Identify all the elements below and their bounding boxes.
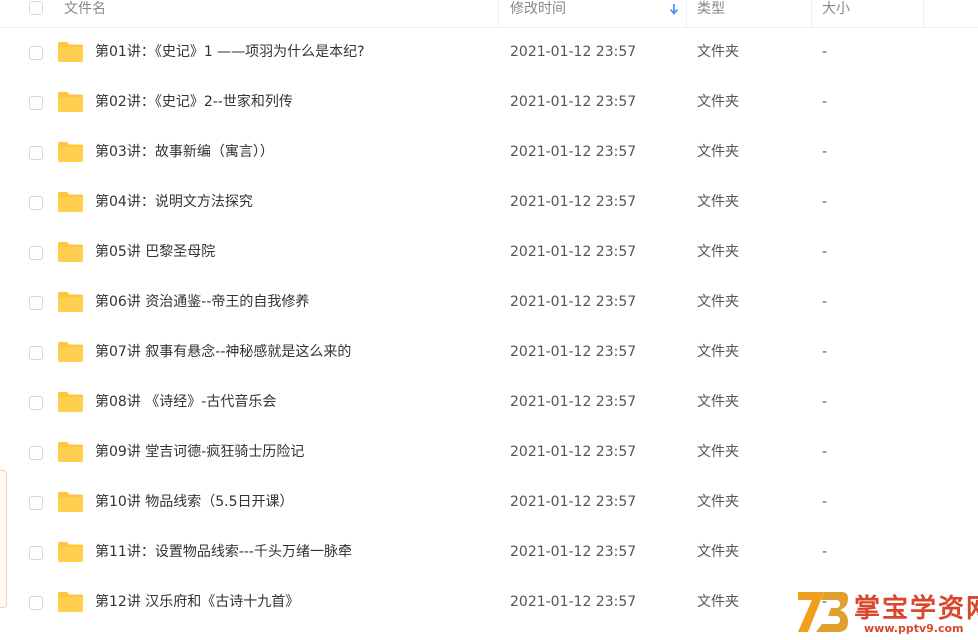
- watermark-url: www.pptv9.com: [864, 622, 964, 635]
- row-checkbox[interactable]: [29, 46, 43, 60]
- file-name[interactable]: 第06讲 资治通鉴--帝王的自我修养: [95, 292, 309, 312]
- file-name[interactable]: 第01讲：《史记》1 ——项羽为什么是本纪?: [95, 42, 365, 62]
- file-size: -: [822, 144, 828, 160]
- file-type: 文件夹: [697, 494, 739, 510]
- file-modified-time: 2021-01-12 23:57: [510, 544, 637, 560]
- file-name[interactable]: 第05讲 巴黎圣母院: [95, 242, 215, 262]
- folder-icon: [58, 92, 83, 112]
- file-name[interactable]: 第11讲：设置物品线索---千头万绪一脉牵: [95, 542, 352, 562]
- row-checkbox[interactable]: [29, 346, 43, 360]
- file-row[interactable]: 第02讲：《史记》2--世家和列传 2021-01-12 23:57 文件夹 -: [0, 78, 978, 128]
- column-header-name[interactable]: 文件名: [64, 0, 106, 27]
- file-name[interactable]: 第04讲：说明文方法探究: [95, 192, 253, 212]
- row-checkbox[interactable]: [29, 296, 43, 310]
- file-modified-time: 2021-01-12 23:57: [510, 194, 637, 210]
- file-modified-time: 2021-01-12 23:57: [510, 144, 637, 160]
- row-checkbox[interactable]: [29, 396, 43, 410]
- file-name[interactable]: 第03讲：故事新编（寓言））: [95, 142, 274, 162]
- watermark-title: 掌宝学资网: [854, 594, 978, 624]
- file-size: -: [822, 394, 828, 410]
- row-checkbox[interactable]: [29, 446, 43, 460]
- folder-icon: [58, 542, 83, 562]
- folder-icon: [58, 392, 83, 412]
- file-row[interactable]: 第06讲 资治通鉴--帝王的自我修养 2021-01-12 23:57 文件夹 …: [0, 278, 978, 328]
- file-size: -: [822, 544, 828, 560]
- file-modified-time: 2021-01-12 23:57: [510, 494, 637, 510]
- row-checkbox[interactable]: [29, 96, 43, 110]
- row-checkbox[interactable]: [29, 496, 43, 510]
- file-row[interactable]: 第10讲 物品线索（5.5日开课） 2021-01-12 23:57 文件夹 -: [0, 478, 978, 528]
- row-checkbox[interactable]: [29, 146, 43, 160]
- file-name[interactable]: 第07讲 叙事有悬念--神秘感就是这么来的: [95, 342, 351, 362]
- file-modified-time: 2021-01-12 23:57: [510, 294, 637, 310]
- file-type: 文件夹: [697, 444, 739, 460]
- row-checkbox[interactable]: [29, 246, 43, 260]
- file-size: -: [822, 194, 828, 210]
- file-type: 文件夹: [697, 94, 739, 110]
- file-type: 文件夹: [697, 594, 739, 610]
- arrow-down-icon[interactable]: [668, 3, 680, 15]
- file-row[interactable]: 第01讲：《史记》1 ——项羽为什么是本纪? 2021-01-12 23:57 …: [0, 28, 978, 78]
- file-name[interactable]: 第02讲：《史记》2--世家和列传: [95, 92, 293, 112]
- folder-icon: [58, 592, 83, 612]
- column-header-size[interactable]: 大小: [811, 0, 923, 27]
- file-type: 文件夹: [697, 144, 739, 160]
- file-size: -: [822, 344, 828, 360]
- folder-icon: [58, 492, 83, 512]
- file-name[interactable]: 第08讲 《诗经》-古代音乐会: [95, 392, 276, 412]
- folder-icon: [58, 292, 83, 312]
- folder-icon: [58, 42, 83, 62]
- file-modified-time: 2021-01-12 23:57: [510, 94, 637, 110]
- file-row[interactable]: 第04讲：说明文方法探究 2021-01-12 23:57 文件夹 -: [0, 178, 978, 228]
- side-panel-tab[interactable]: [0, 470, 7, 608]
- file-row[interactable]: 第09讲 堂吉诃德-疯狂骑士历险记 2021-01-12 23:57 文件夹 -: [0, 428, 978, 478]
- file-modified-time: 2021-01-12 23:57: [510, 394, 637, 410]
- file-size: -: [822, 244, 828, 260]
- file-size: -: [822, 94, 828, 110]
- column-header-type[interactable]: 类型: [686, 0, 811, 27]
- watermark-logo-icon: [798, 592, 848, 632]
- file-row[interactable]: 第05讲 巴黎圣母院 2021-01-12 23:57 文件夹 -: [0, 228, 978, 278]
- watermark: 掌宝学资网 www.pptv9.com: [794, 586, 978, 640]
- file-modified-time: 2021-01-12 23:57: [510, 44, 637, 60]
- file-row[interactable]: 第03讲：故事新编（寓言）） 2021-01-12 23:57 文件夹 -: [0, 128, 978, 178]
- select-all-checkbox[interactable]: [29, 1, 43, 15]
- file-type: 文件夹: [697, 244, 739, 260]
- file-type: 文件夹: [697, 44, 739, 60]
- file-modified-time: 2021-01-12 23:57: [510, 594, 637, 610]
- column-header-blank: [923, 0, 978, 27]
- file-modified-time: 2021-01-12 23:57: [510, 344, 637, 360]
- file-list-header: 文件名 修改时间 类型 大小: [0, 0, 978, 28]
- file-type: 文件夹: [697, 294, 739, 310]
- folder-icon: [58, 242, 83, 262]
- row-checkbox[interactable]: [29, 196, 43, 210]
- file-modified-time: 2021-01-12 23:57: [510, 444, 637, 460]
- file-type: 文件夹: [697, 344, 739, 360]
- file-size: -: [822, 494, 828, 510]
- file-type: 文件夹: [697, 544, 739, 560]
- file-row[interactable]: 第08讲 《诗经》-古代音乐会 2021-01-12 23:57 文件夹 -: [0, 378, 978, 428]
- folder-icon: [58, 442, 83, 462]
- file-size: -: [822, 44, 828, 60]
- file-size: -: [822, 444, 828, 460]
- row-checkbox[interactable]: [29, 596, 43, 610]
- file-name[interactable]: 第12讲 汉乐府和《古诗十九首》: [95, 592, 299, 612]
- row-checkbox[interactable]: [29, 546, 43, 560]
- file-type: 文件夹: [697, 394, 739, 410]
- file-name[interactable]: 第09讲 堂吉诃德-疯狂骑士历险记: [95, 442, 304, 462]
- folder-icon: [58, 142, 83, 162]
- file-row[interactable]: 第07讲 叙事有悬念--神秘感就是这么来的 2021-01-12 23:57 文…: [0, 328, 978, 378]
- folder-icon: [58, 192, 83, 212]
- file-name[interactable]: 第10讲 物品线索（5.5日开课）: [95, 492, 294, 512]
- column-header-time[interactable]: 修改时间: [498, 0, 686, 27]
- file-size: -: [822, 294, 828, 310]
- file-row[interactable]: 第11讲：设置物品线索---千头万绪一脉牵 2021-01-12 23:57 文…: [0, 528, 978, 578]
- folder-icon: [58, 342, 83, 362]
- file-modified-time: 2021-01-12 23:57: [510, 244, 637, 260]
- file-type: 文件夹: [697, 194, 739, 210]
